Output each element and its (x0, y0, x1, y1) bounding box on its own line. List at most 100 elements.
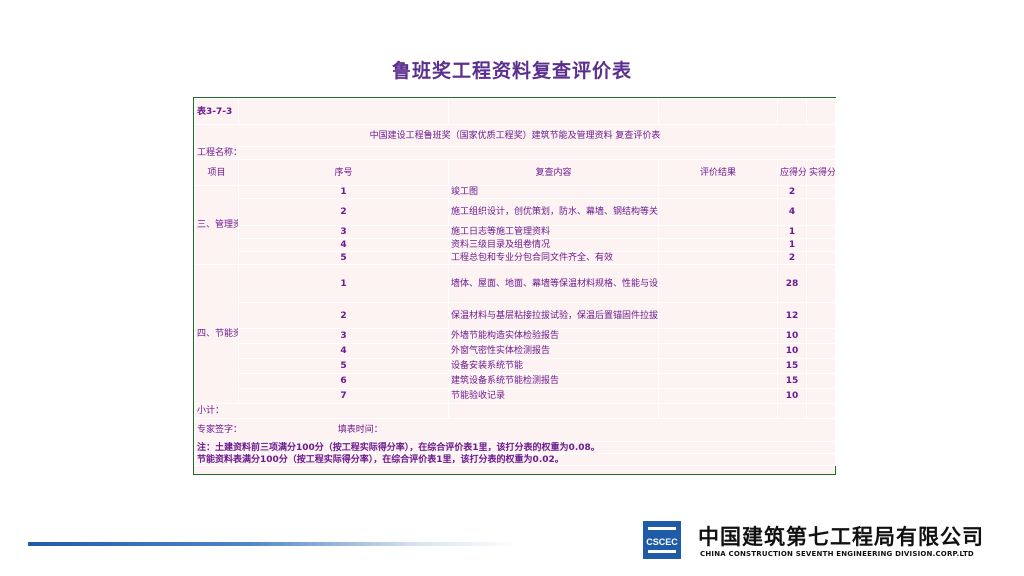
footer-gradient-line (28, 542, 518, 546)
row-due-score: 1 (777, 225, 807, 239)
row-due-score: 10 (777, 343, 807, 359)
row-due-score: 10 (777, 388, 807, 404)
row-actual-score (806, 358, 836, 374)
subtotal-row: 小计： (194, 403, 836, 419)
row-seq: 2 (238, 302, 449, 329)
row-content: 设备安装系统节能 (448, 358, 659, 374)
row-result (658, 251, 778, 265)
logo-text: CSCEC (646, 537, 678, 547)
row-content: 施工日志等施工管理资料 (448, 225, 659, 239)
table-number: 表3-7-3 (194, 98, 239, 125)
row-due-score: 10 (777, 328, 807, 344)
row-result (658, 358, 778, 374)
fill-time-label: 填表时间： (337, 425, 383, 435)
table-row: 2 施工组织设计，创优策划，防水、幕墙、钢结构等关键过程专项施工方案 4 (195, 198, 836, 226)
project-name-label: 工程名称： (194, 146, 836, 160)
row-content: 施工组织设计，创优策划，防水、幕墙、钢结构等关键过程专项施工方案 (448, 198, 659, 226)
row-content: 建筑设备系统节能检测报告 (448, 373, 659, 389)
row-actual-score (806, 185, 836, 199)
caption-row: 中国建设工程鲁班奖（国家优质工程奖）建筑节能及管理资料 复查评价表 (194, 124, 836, 147)
row-actual-score (806, 264, 836, 303)
header-row: 项目 序号 复查内容 评价结果 应得分 实得分 (194, 159, 836, 186)
row-due-score: 28 (777, 264, 807, 303)
table-caption: 中国建设工程鲁班奖（国家优质工程奖）建筑节能及管理资料 复查评价表 (194, 124, 836, 147)
note-row-2: 节能资料表满分100分（按工程实际得分率），在综合评价表1里，该打分表的权重为0… (194, 453, 836, 466)
row-content: 保温材料与基层粘接拉拔试验，保温后置锚固件拉拔试验 (448, 302, 659, 329)
row-seq: 7 (238, 388, 449, 404)
row-seq: 5 (238, 358, 449, 374)
evaluation-grid: 表3-7-3 中国建设工程鲁班奖（国家优质工程奖）建筑节能及管理资料 复查评价表… (194, 98, 836, 466)
expert-sign-label: 专家签字： (197, 425, 243, 435)
cscec-logo-icon: CSCEC (643, 521, 681, 559)
note-row-1: 注：土建资料前三项满分100分（按工程实际得分率），在综合评价表1里，该打分表的… (194, 441, 836, 454)
row-actual-score (806, 302, 836, 329)
note-line-1: 注：土建资料前三项满分100分（按工程实际得分率），在综合评价表1里，该打分表的… (194, 441, 836, 454)
table-row: 6 建筑设备系统节能检测报告 15 (195, 373, 836, 389)
row-result (658, 373, 778, 389)
header-actual-score: 实得分 (806, 159, 836, 186)
row-result (658, 343, 778, 359)
row-result (658, 185, 778, 199)
table-row: 2 保温材料与基层粘接拉拔试验，保温后置锚固件拉拔试验 12 (195, 302, 836, 329)
table-row: 5 工程总包和专业分包合同文件齐全、有效 2 (195, 251, 836, 265)
company-name-en: CHINA CONSTRUCTION SEVENTH ENGINEERING D… (700, 550, 974, 558)
table-row: 4 外窗气密性实体检测报告 10 (195, 343, 836, 359)
company-name-cn: 中国建筑第七工程局有限公司 (698, 525, 984, 549)
row-result (658, 264, 778, 303)
row-content: 节能验收记录 (448, 388, 659, 404)
row-actual-score (806, 328, 836, 344)
row-due-score: 1 (777, 238, 807, 252)
row-seq: 1 (238, 264, 449, 303)
row-due-score: 2 (777, 251, 807, 265)
row-actual-score (806, 388, 836, 404)
row-seq: 2 (238, 198, 449, 226)
row-actual-score (806, 225, 836, 239)
table-row: 三、管理资料（10分） 1 竣工图 2 (194, 185, 836, 265)
row-due-score: 15 (777, 358, 807, 374)
row-seq: 3 (238, 328, 449, 344)
row-content: 墙体、屋面、地面、幕墙等保温材料规格、性能与设计一致性（抗压强度、燃烧、导热系数… (448, 264, 659, 303)
note-line-2: 节能资料表满分100分（按工程实际得分率），在综合评价表1里，该打分表的权重为0… (194, 453, 836, 466)
row-actual-score (806, 238, 836, 252)
row-seq: 4 (238, 238, 449, 252)
row-due-score: 15 (777, 373, 807, 389)
project-name-row: 工程名称： (194, 146, 836, 160)
header-item: 项目 (194, 159, 239, 186)
table-row: 3 外墙节能构造实体检验报告 10 (195, 328, 836, 344)
row-actual-score (806, 251, 836, 265)
row-result (658, 302, 778, 329)
signature-cell: 专家签字： 填表时间： (194, 418, 836, 442)
header-content: 复查内容 (448, 159, 659, 186)
row-actual-score (806, 343, 836, 359)
row-seq: 5 (238, 251, 449, 265)
row-content: 外墙节能构造实体检验报告 (448, 328, 659, 344)
section-management-label: 三、管理资料（10分） (194, 185, 239, 265)
row-content: 工程总包和专业分包合同文件齐全、有效 (448, 251, 659, 265)
company-logo: CSCEC (643, 521, 681, 559)
row-seq: 6 (238, 373, 449, 389)
row-result (658, 328, 778, 344)
subtotal-label: 小计： (194, 403, 449, 419)
table-row: 4 资料三级目录及组卷情况 1 (195, 238, 836, 252)
table-number-row: 表3-7-3 (194, 98, 836, 125)
table-row: 7 节能验收记录 10 (195, 388, 836, 404)
table-row: 5 设备安装系统节能 15 (195, 358, 836, 374)
evaluation-table: 表3-7-3 中国建设工程鲁班奖（国家优质工程奖）建筑节能及管理资料 复查评价表… (193, 97, 836, 475)
row-due-score: 12 (777, 302, 807, 329)
row-due-score: 2 (777, 185, 807, 199)
row-content: 资料三级目录及组卷情况 (448, 238, 659, 252)
signature-row: 专家签字： 填表时间： (194, 418, 836, 442)
row-content: 外窗气密性实体检测报告 (448, 343, 659, 359)
header-result: 评价结果 (658, 159, 778, 186)
table-row: 3 施工日志等施工管理资料 1 (195, 225, 836, 239)
row-actual-score (806, 373, 836, 389)
row-result (658, 388, 778, 404)
row-due-score: 4 (777, 198, 807, 226)
header-seq: 序号 (238, 159, 449, 186)
row-content: 竣工图 (448, 185, 659, 199)
row-result (658, 238, 778, 252)
table-row: 四、节能资料（100分） 1 墙体、屋面、地面、幕墙等保温材料规格、性能与设计一… (194, 264, 836, 404)
row-seq: 1 (238, 185, 449, 199)
page-title: 鲁班奖工程资料复查评价表 (391, 60, 632, 82)
row-seq: 3 (238, 225, 449, 239)
